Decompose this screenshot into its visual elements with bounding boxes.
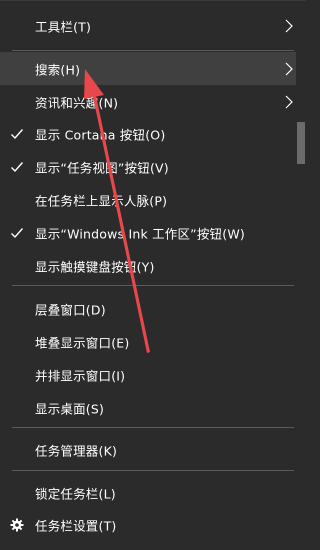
menu-item-label: 显示桌面(S) <box>35 401 105 416</box>
menu-item-label: 显示“任务视图”按钮(V) <box>35 160 169 175</box>
menu-item-show-desktop[interactable]: 显示桌面(S) <box>0 391 296 424</box>
menu-item-side-by-side-windows[interactable]: 并排显示窗口(I) <box>0 358 296 391</box>
menu-list: 工具栏(T) 搜索(H) 资讯和兴趣(N) 显示 Cortana 按钮(O) 显… <box>0 1 296 550</box>
menu-item-search[interactable]: 搜索(H) <box>0 52 296 85</box>
menu-item-toolbars[interactable]: 工具栏(T) <box>0 9 296 42</box>
menu-item-taskbar-settings[interactable]: 任务栏设置(T) <box>0 508 296 541</box>
menu-item-label: 锁定任务栏(L) <box>35 486 116 501</box>
gear-icon <box>10 518 24 531</box>
menu-item-show-windows-ink-button[interactable]: 显示“Windows Ink 工作区”按钮(W) <box>0 216 296 249</box>
menu-item-label: 堆叠显示窗口(E) <box>35 335 130 350</box>
menu-item-label: 层叠窗口(D) <box>35 302 106 317</box>
menu-item-label: 并排显示窗口(I) <box>35 368 126 383</box>
menu-item-stack-windows[interactable]: 堆叠显示窗口(E) <box>0 325 296 358</box>
menu-item-label: 工具栏(T) <box>35 19 92 34</box>
check-icon <box>11 227 24 238</box>
menu-separator <box>12 50 294 51</box>
scrollbar-thumb[interactable] <box>297 122 305 164</box>
menu-separator <box>12 285 294 286</box>
check-icon <box>11 128 24 139</box>
scrollbar-track[interactable] <box>296 1 306 550</box>
menu-item-show-task-view-button[interactable]: 显示“任务视图”按钮(V) <box>0 150 296 183</box>
check-icon <box>11 161 24 172</box>
menu-item-label: 显示 Cortana 按钮(O) <box>35 127 166 142</box>
menu-item-label: 任务栏设置(T) <box>35 518 117 533</box>
menu-item-label: 显示触摸键盘按钮(Y) <box>35 259 155 274</box>
menu-item-show-cortana-button[interactable]: 显示 Cortana 按钮(O) <box>0 117 296 150</box>
menu-item-news-and-interests[interactable]: 资讯和兴趣(N) <box>0 85 296 118</box>
menu-item-label: 显示“Windows Ink 工作区”按钮(W) <box>35 226 245 241</box>
menu-item-label: 在任务栏上显示人脉(P) <box>35 193 168 208</box>
menu-item-task-manager[interactable]: 任务管理器(K) <box>0 433 296 466</box>
chevron-right-icon <box>285 62 293 75</box>
menu-item-cascade-windows[interactable]: 层叠窗口(D) <box>0 292 296 325</box>
taskbar-context-menu: 工具栏(T) 搜索(H) 资讯和兴趣(N) 显示 Cortana 按钮(O) 显… <box>0 0 306 550</box>
chevron-right-icon <box>285 95 293 108</box>
menu-separator <box>12 470 294 471</box>
menu-item-label: 搜索(H) <box>35 62 81 77</box>
menu-item-show-touch-keyboard-button[interactable]: 显示触摸键盘按钮(Y) <box>0 249 296 282</box>
menu-separator <box>12 427 294 428</box>
menu-item-show-people[interactable]: 在任务栏上显示人脉(P) <box>0 183 296 216</box>
menu-item-label: 资讯和兴趣(N) <box>35 95 119 110</box>
menu-item-label: 任务管理器(K) <box>35 443 118 458</box>
chevron-right-icon <box>285 19 293 32</box>
menu-item-lock-taskbar[interactable]: 锁定任务栏(L) <box>0 476 296 509</box>
